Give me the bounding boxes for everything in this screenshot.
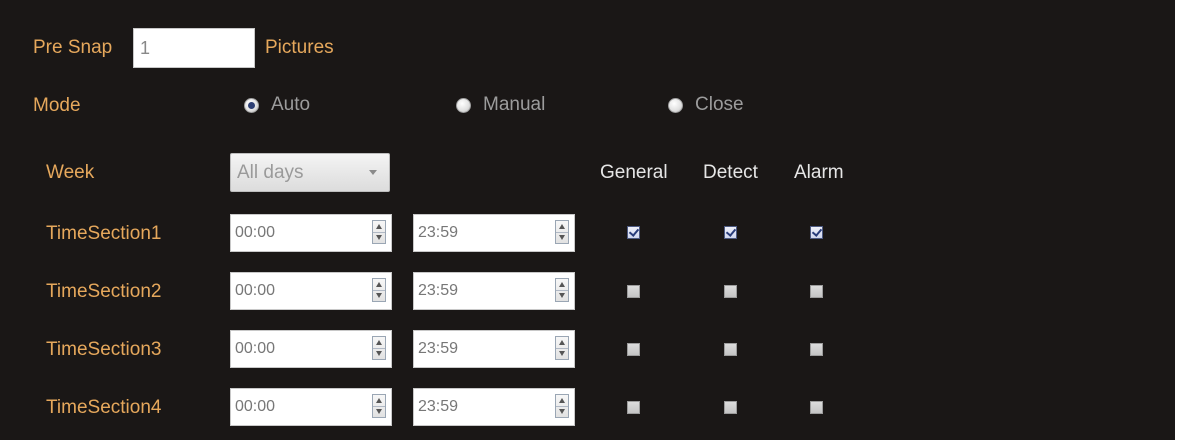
detect-checkbox[interactable] xyxy=(724,343,737,356)
pre-snap-input[interactable]: 1 xyxy=(133,28,255,68)
mode-manual-label: Manual xyxy=(483,94,546,115)
spinner-icon[interactable] xyxy=(372,394,386,418)
mode-close-label: Close xyxy=(695,94,744,115)
mode-manual-radio[interactable]: Manual xyxy=(456,94,545,116)
end-time-value: 23:59 xyxy=(418,282,459,299)
start-time-input[interactable]: 00:00 xyxy=(230,330,392,368)
chevron-down-icon xyxy=(369,170,377,175)
start-time-input[interactable]: 00:00 xyxy=(230,214,392,252)
end-time-input[interactable]: 23:59 xyxy=(413,214,575,252)
alarm-checkbox[interactable] xyxy=(810,343,823,356)
snapshot-settings-panel: Pre Snap 1 Pictures Mode Auto Manual Clo… xyxy=(0,0,1175,440)
week-label: Week xyxy=(46,162,95,183)
radio-unchecked-icon xyxy=(456,97,471,113)
mode-close-radio[interactable]: Close xyxy=(668,94,744,116)
start-time-value: 00:00 xyxy=(235,282,276,299)
start-time-value: 00:00 xyxy=(235,340,276,357)
radio-checked-icon xyxy=(244,97,259,113)
end-time-value: 23:59 xyxy=(418,224,459,241)
alarm-checkbox[interactable] xyxy=(810,226,823,239)
column-header-alarm: Alarm xyxy=(794,162,844,183)
week-select-value: All days xyxy=(237,162,304,183)
pre-snap-label: Pre Snap xyxy=(33,37,113,58)
start-time-input[interactable]: 00:00 xyxy=(230,388,392,426)
mode-label: Mode xyxy=(33,95,81,116)
time-section-label: TimeSection1 xyxy=(46,223,162,244)
end-time-value: 23:59 xyxy=(418,340,459,357)
start-time-value: 00:00 xyxy=(235,224,276,241)
spinner-icon[interactable] xyxy=(555,336,569,360)
general-checkbox[interactable] xyxy=(627,401,640,414)
detect-checkbox[interactable] xyxy=(724,226,737,239)
mode-auto-label: Auto xyxy=(271,94,311,115)
spinner-icon[interactable] xyxy=(555,278,569,302)
detect-checkbox[interactable] xyxy=(724,285,737,298)
time-section-label: TimeSection3 xyxy=(46,339,162,360)
start-time-value: 00:00 xyxy=(235,398,276,415)
spinner-icon[interactable] xyxy=(555,220,569,244)
spinner-icon[interactable] xyxy=(372,220,386,244)
general-checkbox[interactable] xyxy=(627,226,640,239)
time-section-label: TimeSection4 xyxy=(46,397,162,418)
end-time-value: 23:59 xyxy=(418,398,459,415)
end-time-input[interactable]: 23:59 xyxy=(413,388,575,426)
alarm-checkbox[interactable] xyxy=(810,285,823,298)
radio-unchecked-icon xyxy=(668,97,683,113)
mode-auto-radio[interactable]: Auto xyxy=(244,94,310,116)
detect-checkbox[interactable] xyxy=(724,401,737,414)
column-header-general: General xyxy=(600,162,668,183)
general-checkbox[interactable] xyxy=(627,285,640,298)
end-time-input[interactable]: 23:59 xyxy=(413,272,575,310)
alarm-checkbox[interactable] xyxy=(810,401,823,414)
pre-snap-unit-label: Pictures xyxy=(265,37,334,58)
spinner-icon[interactable] xyxy=(555,394,569,418)
spinner-icon[interactable] xyxy=(372,336,386,360)
time-section-label: TimeSection2 xyxy=(46,281,162,302)
general-checkbox[interactable] xyxy=(627,343,640,356)
week-select[interactable]: All days xyxy=(230,153,390,192)
column-header-detect: Detect xyxy=(703,162,758,183)
end-time-input[interactable]: 23:59 xyxy=(413,330,575,368)
start-time-input[interactable]: 00:00 xyxy=(230,272,392,310)
spinner-icon[interactable] xyxy=(372,278,386,302)
